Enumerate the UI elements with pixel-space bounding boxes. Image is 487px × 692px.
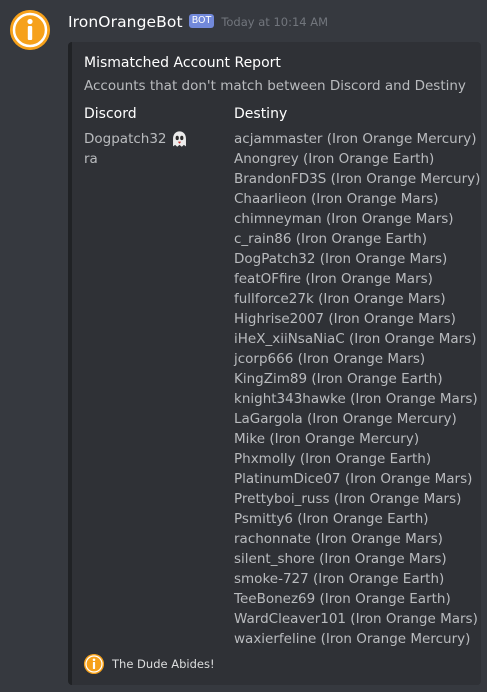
embed-title: Mismatched Account Report: [84, 55, 281, 71]
destiny-account: iHeX_xiiNsaNiaC (Iron Orange Mars): [234, 331, 477, 347]
embed-footer: The Dude Abides!: [84, 654, 215, 674]
discord-account-name: Dogpatch32: [84, 131, 167, 147]
destiny-account: WardCleaver101 (Iron Orange Mars): [234, 611, 478, 627]
discord-account-item: Dogpatch32: [84, 129, 189, 149]
destiny-account: KingZim89 (Iron Orange Earth): [234, 371, 443, 387]
embed-footer-text: The Dude Abides!: [112, 657, 215, 671]
discord-field-name: Discord: [84, 106, 137, 122]
destiny-account: LaGargola (Iron Orange Mercury): [234, 411, 457, 427]
destiny-field-values: acjammaster (Iron Orange Mercury) Anongr…: [234, 129, 480, 649]
bot-username[interactable]: IronOrangeBot: [68, 13, 183, 31]
ghost-icon[interactable]: [170, 130, 189, 149]
destiny-account: DogPatch32 (Iron Orange Mars): [234, 251, 448, 267]
message-timestamp[interactable]: Today at 10:14 AM: [221, 15, 328, 29]
destiny-field: Destiny acjammaster (Iron Orange Mercury…: [234, 104, 480, 649]
discord-account-name: ra: [84, 151, 98, 167]
report-embed: Mismatched Account Report Accounts that …: [68, 42, 481, 685]
bot-badge: BOT: [188, 14, 215, 28]
destiny-account: waxierfeline (Iron Orange Mercury): [234, 631, 471, 647]
destiny-account: fullforce27k (Iron Orange Mars): [234, 291, 446, 307]
destiny-account: Highrise2007 (Iron Orange Mars): [234, 311, 456, 327]
destiny-account: knight343hawke (Iron Orange Mars): [234, 391, 478, 407]
destiny-account: TeeBonez69 (Iron Orange Earth): [234, 591, 451, 607]
destiny-account: Chaarlieon (Iron Orange Mars): [234, 191, 439, 207]
destiny-account: smoke-727 (Iron Orange Earth): [234, 571, 445, 587]
destiny-account: acjammaster (Iron Orange Mercury): [234, 131, 477, 147]
destiny-field-name: Destiny: [234, 106, 288, 122]
bot-message: IronOrangeBot BOT Today at 10:14 AM Mism…: [0, 0, 487, 692]
destiny-account: PlatinumDice07 (Iron Orange Mars): [234, 471, 473, 487]
iron-orange-logo-icon: [10, 10, 50, 50]
destiny-account: chimneyman (Iron Orange Mars): [234, 211, 454, 227]
destiny-account: silent_shore (Iron Orange Mars): [234, 551, 447, 567]
destiny-account: jcorp666 (Iron Orange Mars): [234, 351, 426, 367]
footer-icon-wrapper: [84, 654, 104, 674]
destiny-account: rachonnate (Iron Orange Mars): [234, 531, 443, 547]
discord-field: Discord Dogpatch32 ra: [84, 104, 189, 169]
discord-account-item: ra: [84, 149, 189, 169]
bot-avatar[interactable]: [10, 10, 50, 50]
iron-orange-logo-icon: [84, 654, 104, 674]
destiny-account: Phxmolly (Iron Orange Earth): [234, 451, 432, 467]
message-header: IronOrangeBot BOT Today at 10:14 AM: [68, 10, 328, 34]
destiny-account: Prettyboi_russ (Iron Orange Mars): [234, 491, 462, 507]
embed-description: Accounts that don't match between Discor…: [84, 78, 466, 94]
destiny-account: Anongrey (Iron Orange Earth): [234, 151, 435, 167]
destiny-account: featOFfire (Iron Orange Mars): [234, 271, 433, 287]
destiny-account: BrandonFD3S (Iron Orange Mercury): [234, 171, 481, 187]
destiny-account: c_rain86 (Iron Orange Earth): [234, 231, 428, 247]
destiny-account: Psmitty6 (Iron Orange Earth): [234, 511, 429, 527]
discord-field-values: Dogpatch32 ra: [84, 129, 189, 169]
destiny-account: Mike (Iron Orange Mercury): [234, 431, 420, 447]
